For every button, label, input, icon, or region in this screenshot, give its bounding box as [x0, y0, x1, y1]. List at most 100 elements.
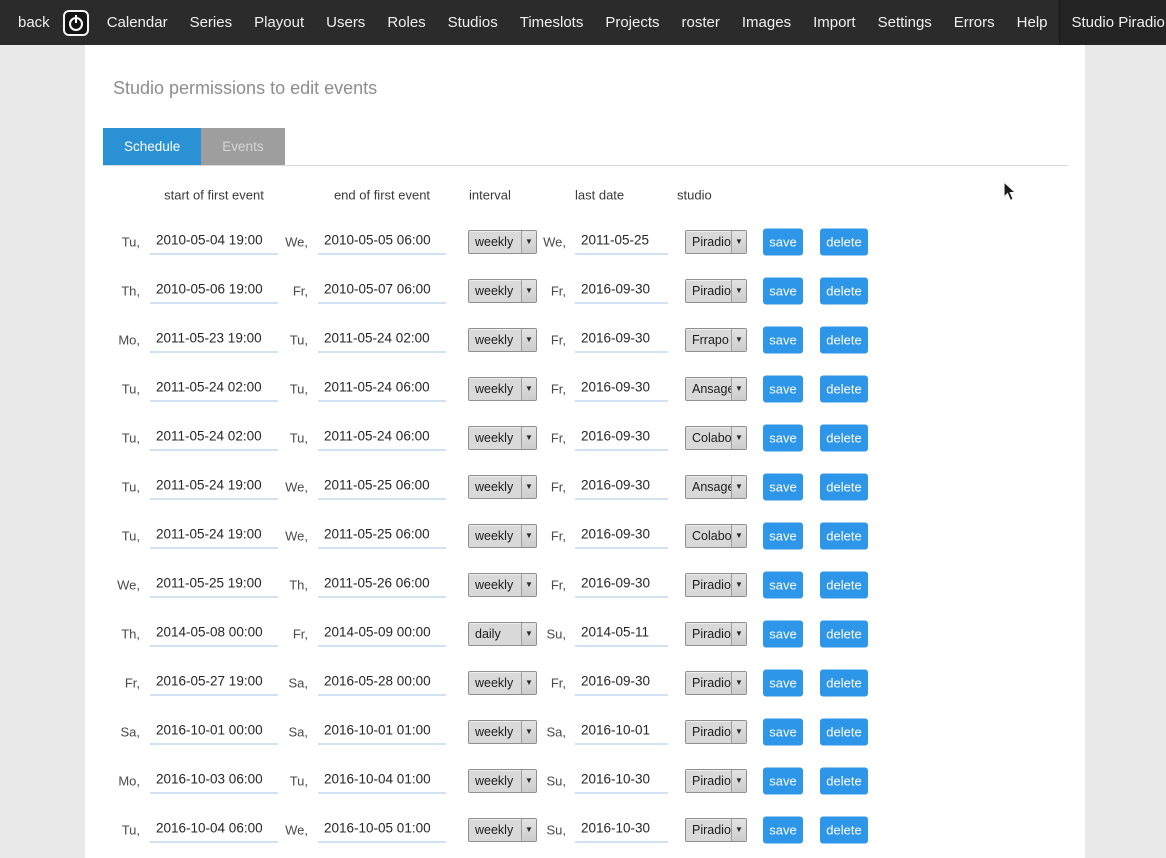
save-button[interactable]: save: [763, 473, 803, 500]
save-button[interactable]: save: [763, 816, 803, 843]
studio-select[interactable]: Ansage ▼: [685, 377, 747, 401]
studio-select[interactable]: Colabo ▼: [685, 524, 747, 548]
last-date-input[interactable]: [575, 719, 668, 744]
save-button[interactable]: save: [763, 375, 803, 402]
save-button[interactable]: save: [763, 620, 803, 647]
nav-item[interactable]: Images: [731, 0, 802, 45]
delete-button[interactable]: delete: [820, 571, 868, 598]
nav-item[interactable]: Import: [802, 0, 867, 45]
tab-events[interactable]: Events: [201, 128, 284, 165]
save-button[interactable]: save: [763, 669, 803, 696]
studio-select[interactable]: Piradio ▼: [685, 818, 747, 842]
delete-button[interactable]: delete: [820, 767, 868, 794]
last-date-input[interactable]: [575, 327, 668, 352]
end-datetime-input[interactable]: [318, 229, 446, 254]
interval-select[interactable]: weekly ▼: [468, 524, 537, 548]
end-datetime-input[interactable]: [318, 670, 446, 695]
last-date-input[interactable]: [575, 768, 668, 793]
delete-button[interactable]: delete: [820, 718, 868, 745]
end-datetime-input[interactable]: [318, 425, 446, 450]
save-button[interactable]: save: [763, 767, 803, 794]
start-datetime-input[interactable]: [150, 670, 278, 695]
nav-item[interactable]: Playout: [243, 0, 315, 45]
nav-item[interactable]: Roles: [376, 0, 436, 45]
interval-select[interactable]: weekly ▼: [468, 573, 537, 597]
studio-select[interactable]: Piradio ▼: [685, 622, 747, 646]
tab-schedule[interactable]: Schedule: [103, 128, 201, 165]
last-date-input[interactable]: [575, 523, 668, 548]
interval-select[interactable]: weekly ▼: [468, 328, 537, 352]
save-button[interactable]: save: [763, 522, 803, 549]
last-date-input[interactable]: [575, 572, 668, 597]
start-datetime-input[interactable]: [150, 376, 278, 401]
nav-item[interactable]: Calendar: [96, 0, 179, 45]
save-button[interactable]: save: [763, 424, 803, 451]
end-datetime-input[interactable]: [318, 523, 446, 548]
studio-select[interactable]: Colabo ▼: [685, 426, 747, 450]
studio-select[interactable]: Piradio ▼: [685, 720, 747, 744]
delete-button[interactable]: delete: [820, 326, 868, 353]
delete-button[interactable]: delete: [820, 424, 868, 451]
save-button[interactable]: save: [763, 718, 803, 745]
last-date-input[interactable]: [575, 621, 668, 646]
end-datetime-input[interactable]: [318, 327, 446, 352]
end-datetime-input[interactable]: [318, 768, 446, 793]
interval-select[interactable]: weekly ▼: [468, 671, 537, 695]
studio-select[interactable]: Ansage ▼: [685, 475, 747, 499]
last-date-input[interactable]: [575, 425, 668, 450]
studio-select[interactable]: Piradio ▼: [685, 230, 747, 254]
studio-select[interactable]: Frrapo ▼: [685, 328, 747, 352]
start-datetime-input[interactable]: [150, 229, 278, 254]
start-datetime-input[interactable]: [150, 719, 278, 744]
delete-button[interactable]: delete: [820, 473, 868, 500]
last-date-input[interactable]: [575, 229, 668, 254]
power-icon[interactable]: [63, 10, 89, 36]
interval-select[interactable]: weekly ▼: [468, 720, 537, 744]
end-datetime-input[interactable]: [318, 572, 446, 597]
delete-button[interactable]: delete: [820, 816, 868, 843]
interval-select[interactable]: weekly ▼: [468, 279, 537, 303]
end-datetime-input[interactable]: [318, 621, 446, 646]
nav-item[interactable]: Errors: [943, 0, 1006, 45]
nav-item[interactable]: roster: [671, 0, 731, 45]
save-button[interactable]: save: [763, 571, 803, 598]
last-date-input[interactable]: [575, 670, 668, 695]
end-datetime-input[interactable]: [318, 474, 446, 499]
delete-button[interactable]: delete: [820, 669, 868, 696]
interval-select[interactable]: weekly ▼: [468, 769, 537, 793]
end-datetime-input[interactable]: [318, 376, 446, 401]
studio-select[interactable]: Piradio ▼: [685, 279, 747, 303]
studio-select[interactable]: Piradio ▼: [685, 573, 747, 597]
last-date-input[interactable]: [575, 817, 668, 842]
start-datetime-input[interactable]: [150, 817, 278, 842]
start-datetime-input[interactable]: [150, 278, 278, 303]
delete-button[interactable]: delete: [820, 375, 868, 402]
save-button[interactable]: save: [763, 326, 803, 353]
nav-item[interactable]: Help: [1006, 0, 1059, 45]
interval-select[interactable]: daily ▼: [468, 622, 537, 646]
delete-button[interactable]: delete: [820, 620, 868, 647]
start-datetime-input[interactable]: [150, 327, 278, 352]
interval-select[interactable]: weekly ▼: [468, 818, 537, 842]
nav-item[interactable]: Users: [315, 0, 376, 45]
start-datetime-input[interactable]: [150, 621, 278, 646]
last-date-input[interactable]: [575, 376, 668, 401]
start-datetime-input[interactable]: [150, 425, 278, 450]
start-datetime-input[interactable]: [150, 768, 278, 793]
nav-item[interactable]: Timeslots: [509, 0, 595, 45]
back-link[interactable]: back: [0, 14, 63, 31]
nav-item[interactable]: Settings: [867, 0, 943, 45]
end-datetime-input[interactable]: [318, 278, 446, 303]
start-datetime-input[interactable]: [150, 572, 278, 597]
studio-dropdown[interactable]: Studio Piradio ▼: [1059, 0, 1166, 45]
last-date-input[interactable]: [575, 474, 668, 499]
nav-item[interactable]: Series: [179, 0, 244, 45]
nav-item[interactable]: Studios: [437, 0, 509, 45]
save-button[interactable]: save: [763, 277, 803, 304]
nav-item[interactable]: Projects: [594, 0, 670, 45]
interval-select[interactable]: weekly ▼: [468, 230, 537, 254]
start-datetime-input[interactable]: [150, 474, 278, 499]
end-datetime-input[interactable]: [318, 817, 446, 842]
interval-select[interactable]: weekly ▼: [468, 377, 537, 401]
studio-select[interactable]: Piradio ▼: [685, 671, 747, 695]
